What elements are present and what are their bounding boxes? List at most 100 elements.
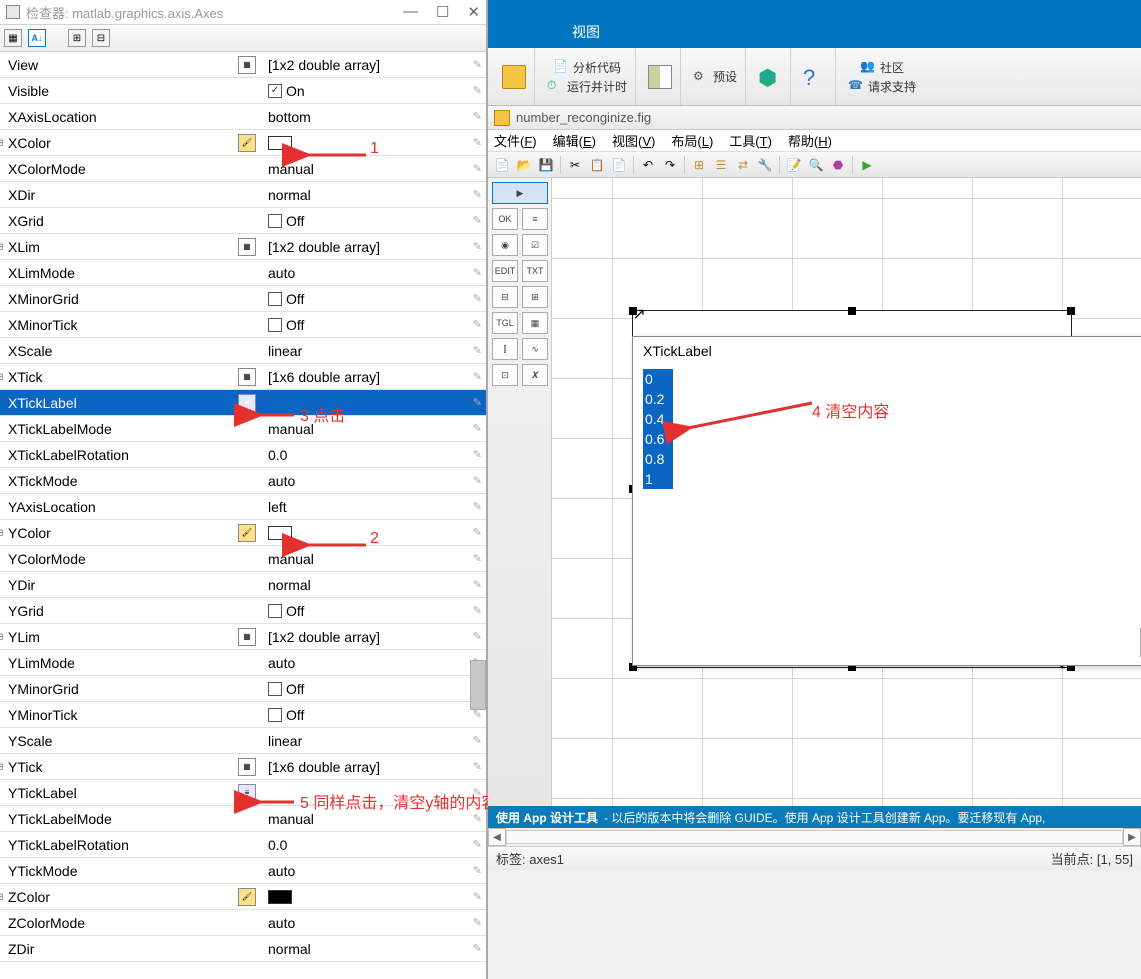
property-editor-button[interactable]: ≡ <box>230 784 264 802</box>
ungroup-button[interactable]: ⊟ <box>92 29 110 47</box>
property-editor-button[interactable]: 🖌 <box>230 134 264 152</box>
property-value[interactable]: auto <box>264 915 486 931</box>
cell-list-item[interactable]: 0.2 <box>643 389 673 409</box>
property-value[interactable]: Off <box>264 681 486 697</box>
sort-button[interactable]: A↓ <box>28 29 46 47</box>
property-editor-button[interactable]: 🖌 <box>230 888 264 906</box>
cell-list-item[interactable]: 0.4 <box>643 409 673 429</box>
edit-pencil-icon[interactable]: ✎ <box>473 760 482 773</box>
property-value[interactable]: auto <box>264 265 486 281</box>
property-value[interactable]: [1x2 double array] <box>264 629 486 645</box>
edit-pencil-icon[interactable]: ✎ <box>473 136 482 149</box>
property-row[interactable]: ✎⊞XLim▦[1x2 double array] <box>0 234 486 260</box>
support-button[interactable]: ☎请求支持 <box>848 78 916 95</box>
property-row[interactable]: ✎XMinorTick Off <box>0 312 486 338</box>
run-icon[interactable]: ▶ <box>857 155 877 175</box>
property-editor-button[interactable]: ≡ <box>230 394 264 412</box>
property-row[interactable]: ✎View▦[1x2 double array] <box>0 52 486 78</box>
property-value[interactable]: [1x2 double array] <box>264 239 486 255</box>
categories-button[interactable]: ▦ <box>4 29 22 47</box>
edit-pencil-icon[interactable]: ✎ <box>473 578 482 591</box>
undo-icon[interactable]: ↶ <box>638 155 658 175</box>
scroll-left-button[interactable]: ◀ <box>488 828 506 846</box>
design-canvas[interactable]: ↘ ↘ XTickLabel 00.20.40.60.81 确定 4 清空内容 <box>552 178 1141 806</box>
help-icon[interactable]: ? <box>803 65 827 89</box>
property-editor-button[interactable]: ▦ <box>230 628 264 646</box>
property-row[interactable]: ✎YTickModeauto <box>0 858 486 884</box>
selection-handle[interactable] <box>1067 307 1075 315</box>
property-row[interactable]: ✎ZColorModeauto <box>0 910 486 936</box>
selection-handle[interactable] <box>629 307 637 315</box>
menu-item[interactable]: 文件(F) <box>494 131 537 150</box>
property-row[interactable]: ✎YMinorGrid Off <box>0 676 486 702</box>
property-value[interactable]: Off <box>264 317 486 333</box>
horizontal-scrollbar[interactable]: ◀ ▶ <box>488 828 1141 846</box>
property-row[interactable]: ✎XTickLabelRotation0.0 <box>0 442 486 468</box>
palette-tool[interactable]: ▶ <box>492 182 548 204</box>
property-row[interactable]: ✎YTickLabelModemanual <box>0 806 486 832</box>
edit-pencil-icon[interactable]: ✎ <box>473 500 482 513</box>
edit-pencil-icon[interactable]: ✎ <box>473 214 482 227</box>
open-icon[interactable]: 📂 <box>514 155 534 175</box>
analyze-code-button[interactable]: 📄分析代码 <box>553 59 621 76</box>
property-row[interactable]: ✎XGrid Off <box>0 208 486 234</box>
edit-pencil-icon[interactable]: ✎ <box>473 84 482 97</box>
menu-editor-icon[interactable]: ☰ <box>711 155 731 175</box>
palette-tool[interactable]: ≡ <box>522 208 548 230</box>
palette-tool[interactable]: ☑ <box>522 234 548 256</box>
property-row[interactable]: ✎YTickLabelRotation0.0 <box>0 832 486 858</box>
editor-icon[interactable]: 📝 <box>784 155 804 175</box>
edit-pencil-icon[interactable]: ✎ <box>473 110 482 123</box>
property-row[interactable]: ✎YColorModemanual <box>0 546 486 572</box>
edit-pencil-icon[interactable]: ✎ <box>473 890 482 903</box>
edit-pencil-icon[interactable]: ✎ <box>473 448 482 461</box>
property-value[interactable]: normal <box>264 577 486 593</box>
redo-icon[interactable]: ↷ <box>660 155 680 175</box>
palette-tool[interactable]: TXT <box>522 260 548 282</box>
folder-icon[interactable] <box>502 65 526 89</box>
property-row[interactable]: ✎⊞YColor🖌 <box>0 520 486 546</box>
cell-list-item[interactable]: 0.6 <box>643 429 673 449</box>
paste-icon[interactable]: 📄 <box>609 155 629 175</box>
property-value[interactable]: linear <box>264 733 486 749</box>
property-row[interactable]: ✎YMinorTick Off <box>0 702 486 728</box>
property-value[interactable]: bottom <box>264 109 486 125</box>
edit-pencil-icon[interactable]: ✎ <box>473 344 482 357</box>
property-row[interactable]: ✎XTickLabel≡ <box>0 390 486 416</box>
property-value[interactable]: [1x6 double array] <box>264 369 486 385</box>
ribbon-tab-view[interactable]: 视图 <box>548 16 624 48</box>
edit-pencil-icon[interactable]: ✎ <box>473 162 482 175</box>
cell-list-item[interactable]: 0 <box>643 369 673 389</box>
property-editor-button[interactable]: 🖌 <box>230 524 264 542</box>
palette-tool[interactable]: OK <box>492 208 518 230</box>
property-value[interactable]: linear <box>264 343 486 359</box>
property-value[interactable]: 0.0 <box>264 447 486 463</box>
palette-tool[interactable]: ▦ <box>522 312 548 334</box>
cut-icon[interactable]: ✂ <box>565 155 585 175</box>
edit-pencil-icon[interactable]: ✎ <box>473 604 482 617</box>
property-value[interactable]: [1x2 double array] <box>264 57 486 73</box>
menu-item[interactable]: 帮助(H) <box>788 131 832 150</box>
edit-pencil-icon[interactable]: ✎ <box>473 396 482 409</box>
palette-tool[interactable]: ⫿ <box>492 338 518 360</box>
property-value[interactable]: [1x6 double array] <box>264 759 486 775</box>
community-button[interactable]: 👥社区 <box>860 59 904 76</box>
property-icon[interactable]: 🔍 <box>806 155 826 175</box>
property-value[interactable]: Off <box>264 603 486 619</box>
copy-icon[interactable]: 📋 <box>587 155 607 175</box>
property-value[interactable]: Off <box>264 213 486 229</box>
property-value[interactable]: Off <box>264 707 486 723</box>
property-row[interactable]: ✎YGrid Off <box>0 598 486 624</box>
property-value[interactable]: auto <box>264 473 486 489</box>
scroll-right-button[interactable]: ▶ <box>1123 828 1141 846</box>
edit-pencil-icon[interactable]: ✎ <box>473 734 482 747</box>
edit-pencil-icon[interactable]: ✎ <box>473 552 482 565</box>
menu-item[interactable]: 布局(L) <box>671 131 713 150</box>
edit-pencil-icon[interactable]: ✎ <box>473 292 482 305</box>
addons-icon[interactable]: ⬢ <box>758 65 782 89</box>
property-row[interactable]: ✎XColorModemanual <box>0 156 486 182</box>
property-row[interactable]: ✎Visible On <box>0 78 486 104</box>
edit-pencil-icon[interactable]: ✎ <box>473 370 482 383</box>
property-value[interactable]: auto <box>264 863 486 879</box>
property-value[interactable] <box>264 890 486 904</box>
